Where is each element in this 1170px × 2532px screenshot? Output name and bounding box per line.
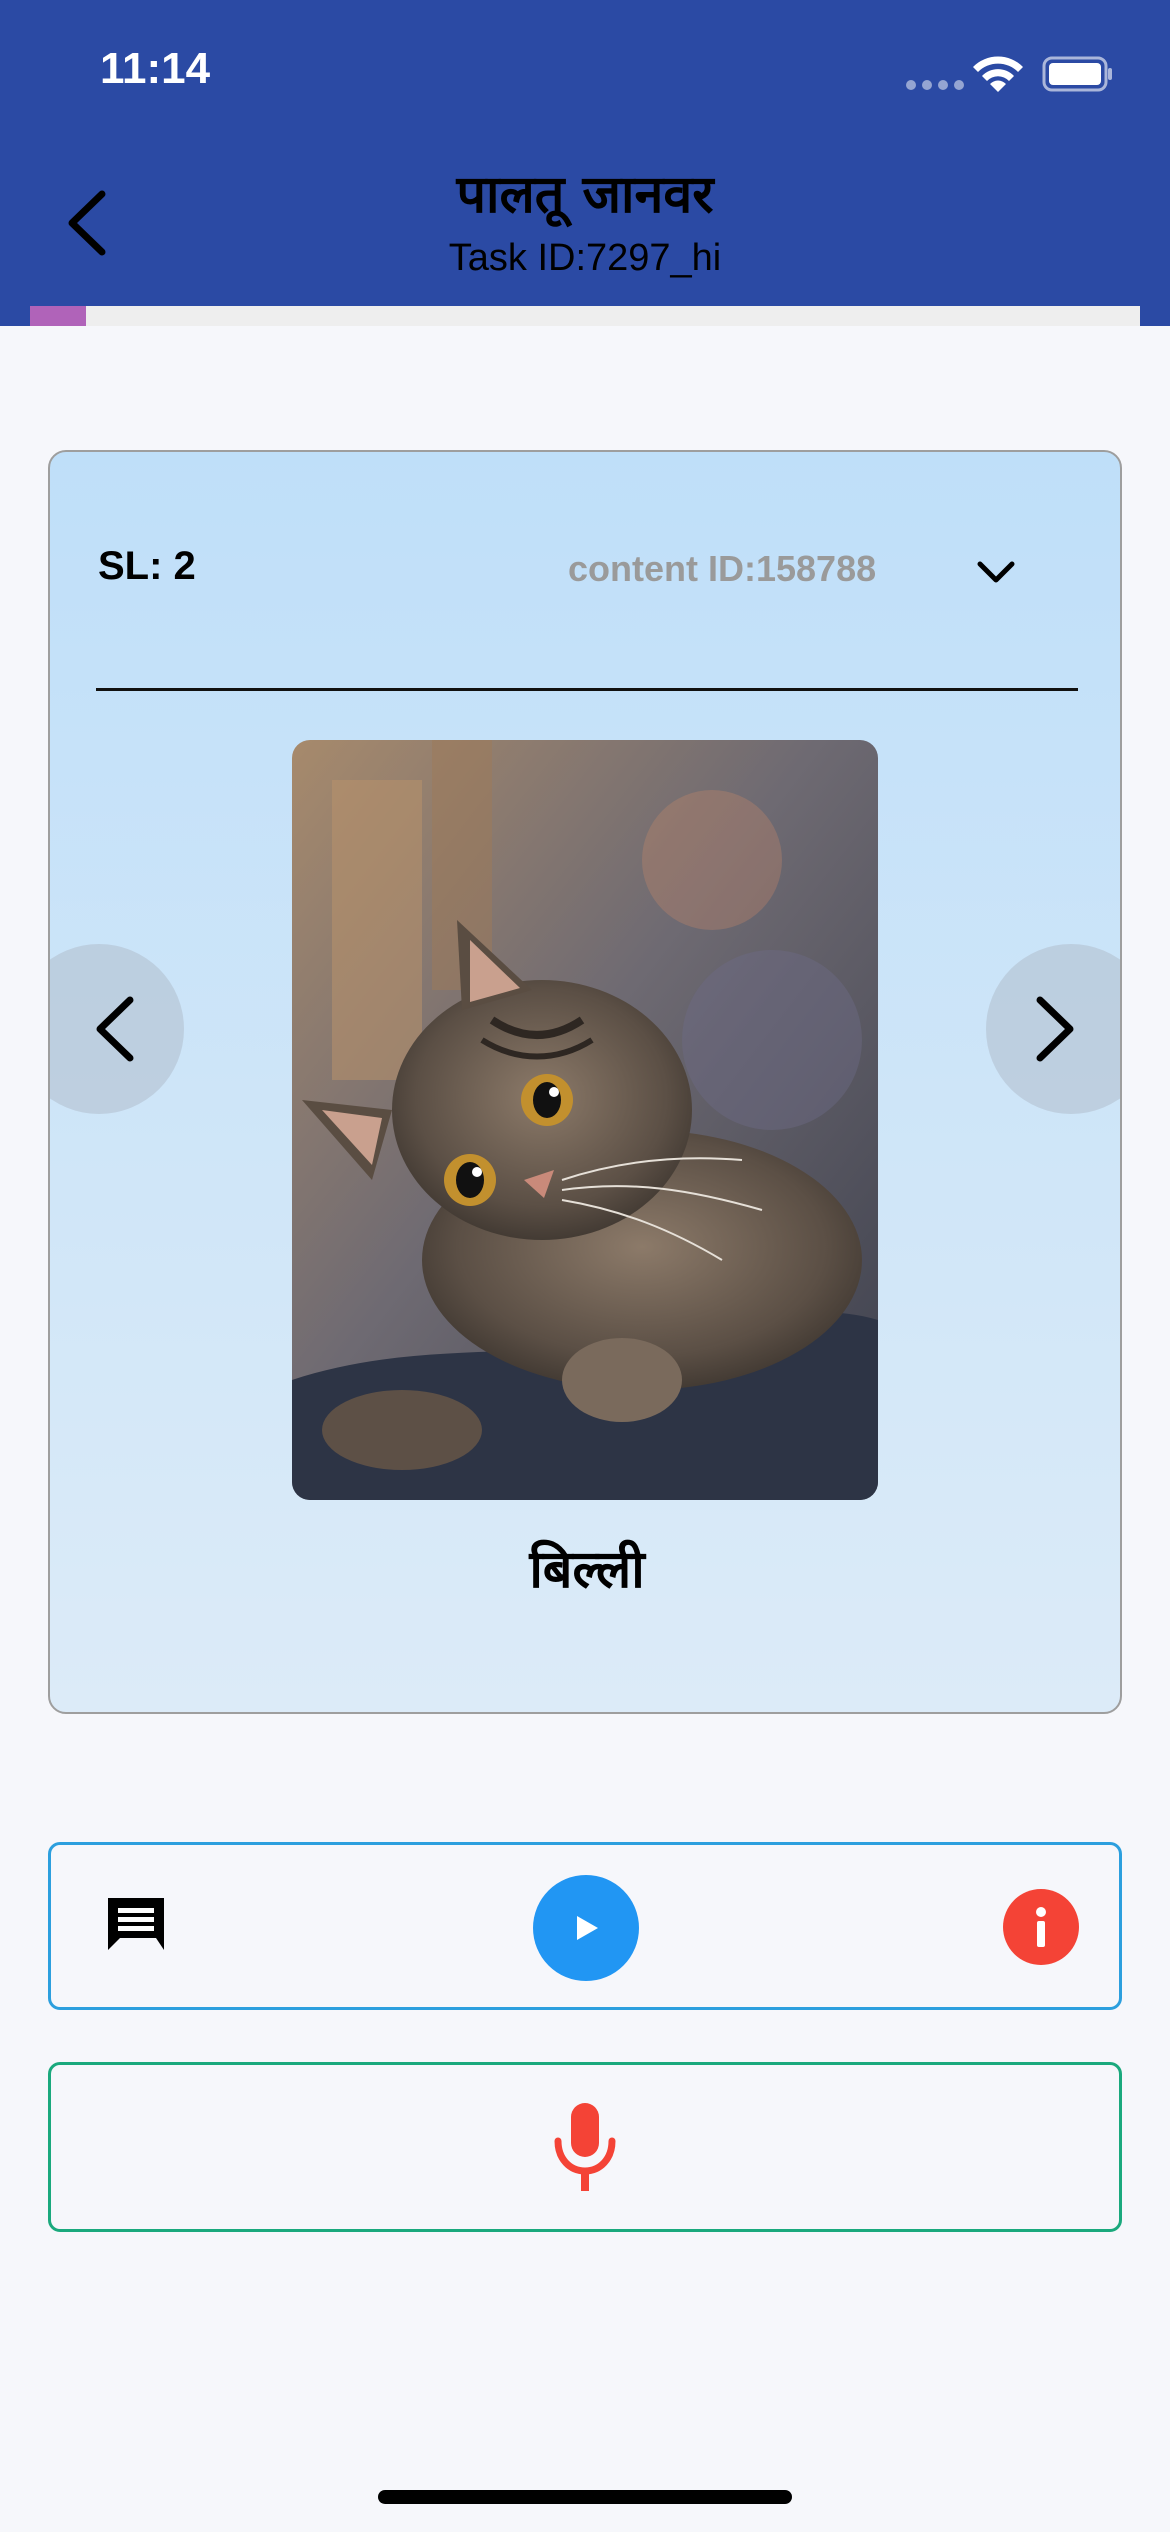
chevron-down-icon: [977, 561, 1015, 583]
info-icon: [1036, 1907, 1046, 1947]
content-card: SL: 2 content ID:158788 बिल्ली: [48, 450, 1122, 1714]
chevron-right-icon: [1036, 996, 1074, 1062]
cellular-signal-icon: [906, 80, 964, 90]
home-indicator: [378, 2490, 792, 2504]
battery-icon: [1042, 56, 1112, 92]
task-id-subtitle: Task ID:7297_hi: [448, 237, 722, 279]
wifi-icon: [973, 56, 1023, 92]
content-id-label: content ID:158788: [568, 548, 877, 589]
expand-dropdown-button[interactable]: [968, 544, 1024, 600]
word-label: बिल्ली: [529, 1540, 645, 1600]
progress-bar-fill: [30, 306, 86, 326]
microphone-icon: [554, 2103, 616, 2191]
serial-number-label: SL: 2: [98, 544, 196, 588]
info-button[interactable]: [1003, 1889, 1079, 1965]
comment-button[interactable]: [101, 1891, 171, 1961]
card-divider: [96, 688, 1078, 691]
chat-icon: [108, 1898, 164, 1950]
play-button[interactable]: [533, 1875, 639, 1981]
page-title: पालतू जानवर: [456, 165, 714, 225]
progress-bar: [30, 306, 1140, 326]
next-item-button[interactable]: [986, 944, 1120, 1114]
cat-photo-illustration: [292, 740, 878, 1500]
play-icon: [577, 1916, 598, 1940]
previous-item-button[interactable]: [50, 944, 184, 1114]
chevron-left-icon: [96, 996, 134, 1062]
action-bar: [48, 1842, 1122, 2010]
record-button[interactable]: [48, 2062, 1122, 2232]
app-header: 11:14 पालतू जानवर Task ID:7297_hi: [0, 0, 1170, 326]
cat-image: [292, 740, 878, 1500]
status-time: 11:14: [100, 44, 211, 93]
